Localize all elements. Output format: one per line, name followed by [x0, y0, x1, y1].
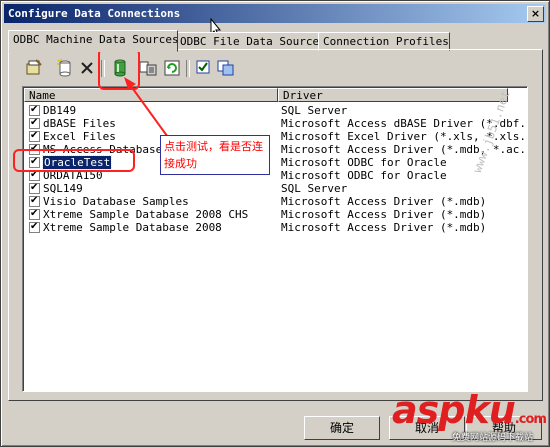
toolbar-separator: [186, 60, 190, 77]
tab-odbc-machine-data-sources[interactable]: ODBC Machine Data Sources: [8, 30, 179, 52]
title-bar[interactable]: Configure Data Connections ×: [4, 4, 546, 23]
column-header-driver[interactable]: Driver: [278, 88, 508, 102]
checkbox[interactable]: [29, 194, 40, 207]
datasource-driver: Microsoft Access Driver (*.mdb): [281, 195, 487, 208]
data-sources-list[interactable]: Name Driver DB149 SQL Server dBASE Files…: [22, 86, 528, 392]
checkbox[interactable]: [29, 103, 40, 116]
highlight-selected-row: [13, 149, 135, 172]
datasource-driver: Microsoft Access Driver (*.mdb): [281, 208, 487, 221]
list-item[interactable]: Xtreme Sample Database 2008 CHS Microsof…: [25, 207, 525, 221]
window-title: Configure Data Connections: [8, 7, 181, 20]
datasource-name: Xtreme Sample Database 2008 CHS: [43, 208, 249, 221]
annotation-callout: 点击测试，看是否连接成功: [160, 135, 270, 175]
close-button[interactable]: ×: [527, 6, 544, 22]
sub-watermark: 免费网站源码下载站: [452, 433, 534, 443]
datasource-name: Xtreme Sample Database 2008: [43, 221, 222, 234]
column-header-name[interactable]: Name: [24, 88, 278, 102]
checkbox[interactable]: [29, 116, 40, 129]
checkbox[interactable]: [29, 129, 40, 142]
properties-icon[interactable]: [24, 58, 44, 78]
list-item[interactable]: DB149 SQL Server: [25, 103, 525, 117]
datasource-driver: SQL Server: [281, 104, 348, 117]
datasource-name: SQL149: [43, 182, 83, 195]
checkbox[interactable]: [29, 207, 40, 220]
datasource-driver: SQL Server: [281, 182, 348, 195]
datasource-driver: Microsoft ODBC for Oracle: [281, 156, 447, 169]
delete-icon[interactable]: [77, 58, 97, 78]
new-datasource-icon[interactable]: [55, 58, 75, 78]
logo-watermark: aspku.com: [392, 388, 547, 432]
refresh-icon[interactable]: [162, 58, 182, 78]
list-item[interactable]: dBASE Files Microsoft Access dBASE Drive…: [25, 116, 527, 130]
list-item[interactable]: Visio Database Samples Microsoft Access …: [25, 194, 525, 208]
datasource-name: Visio Database Samples: [43, 195, 189, 208]
configure-icon[interactable]: [138, 58, 158, 78]
datasource-name: dBASE Files: [43, 117, 116, 130]
checkbox[interactable]: [29, 181, 40, 194]
copy-icon[interactable]: [216, 58, 236, 78]
list-item[interactable]: Xtreme Sample Database 2008 Microsoft Ac…: [25, 220, 525, 234]
list-item[interactable]: Excel Files Microsoft Excel Driver (*.xl…: [25, 129, 527, 143]
datasource-driver: Microsoft ODBC for Oracle: [281, 169, 447, 182]
datasource-name: DB149: [43, 104, 77, 117]
datasource-name: Excel Files: [43, 130, 116, 143]
checkbox[interactable]: [29, 220, 40, 233]
check-all-icon[interactable]: [194, 58, 214, 78]
ok-button[interactable]: 确定: [304, 416, 380, 440]
list-item[interactable]: SQL149 SQL Server: [25, 181, 525, 195]
datasource-driver: Microsoft Access Driver (*.mdb): [281, 221, 487, 234]
highlight-test-button: [98, 48, 140, 90]
